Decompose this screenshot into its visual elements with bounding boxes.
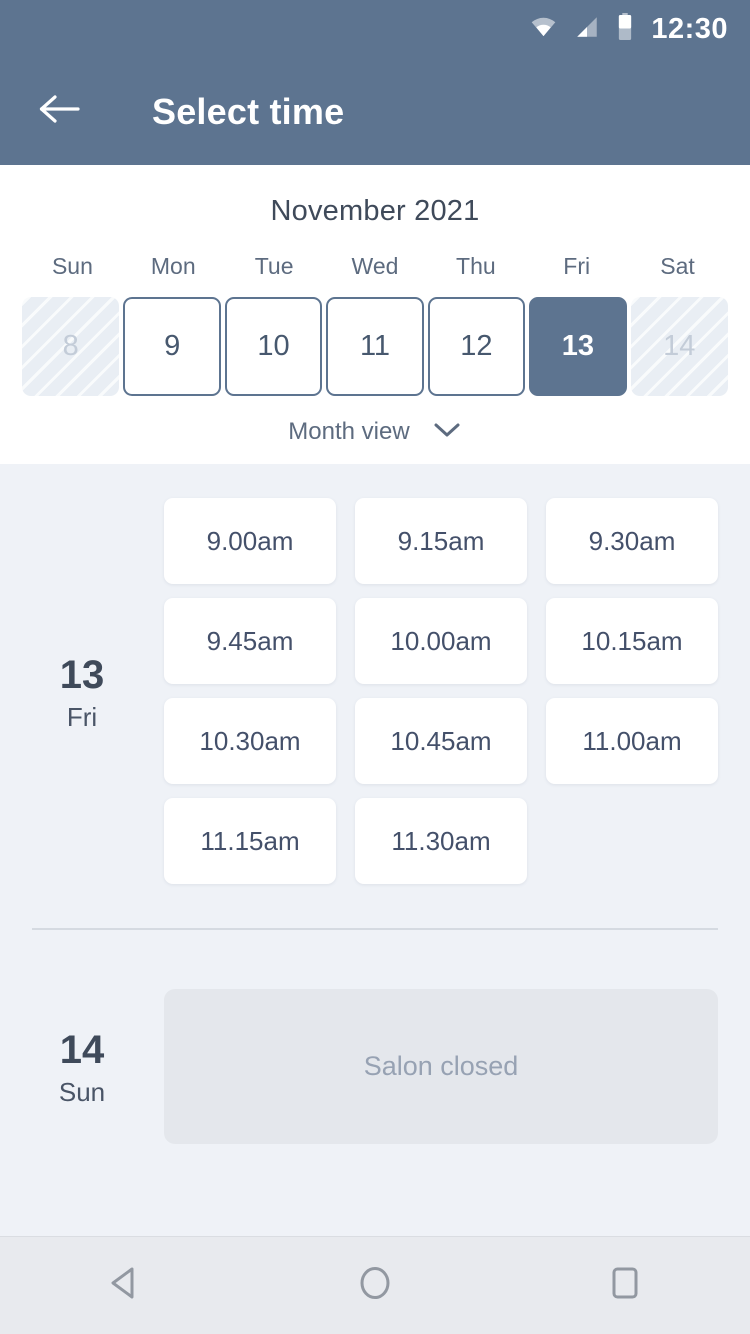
back-button[interactable] bbox=[34, 86, 86, 138]
schedule-list: 13 Fri 9.00am 9.15am 9.30am 9.45am 10.00… bbox=[0, 464, 750, 1236]
battery-icon bbox=[617, 13, 633, 45]
nav-home-button[interactable] bbox=[320, 1251, 430, 1321]
date-cell-label: 13 bbox=[561, 330, 594, 362]
date-cell-14: 14 bbox=[630, 297, 728, 396]
date-cell-label: 9 bbox=[164, 330, 181, 362]
app-root: 12:30 Select time November 2021 Sun Mon … bbox=[0, 0, 750, 1334]
day-label-14: 14 Sun bbox=[32, 989, 132, 1144]
weekday-label-thu: Thu bbox=[456, 253, 496, 279]
date-cell-10[interactable]: 10 bbox=[224, 297, 323, 396]
nav-back-triangle-icon bbox=[107, 1264, 143, 1307]
day-of-week: Sun bbox=[58, 1077, 106, 1107]
date-cell-13-selected[interactable]: 13 bbox=[529, 297, 627, 396]
day-block-13: 13 Fri 9.00am 9.15am 9.30am 9.45am 10.00… bbox=[0, 464, 750, 884]
time-slot[interactable]: 11.15am bbox=[164, 798, 336, 884]
time-slot[interactable]: 10.00am bbox=[355, 598, 527, 684]
date-cell-label: 8 bbox=[62, 330, 79, 362]
wifi-icon bbox=[530, 13, 557, 45]
day-number: 14 bbox=[59, 1028, 105, 1072]
time-slot[interactable]: 10.45am bbox=[355, 698, 527, 784]
chevron-down-icon bbox=[432, 421, 462, 444]
nav-back-button[interactable] bbox=[70, 1251, 180, 1321]
time-slot[interactable]: 11.30am bbox=[355, 798, 527, 884]
calendar-weekday-header: Sun Mon Tue Wed Thu Fri Sat bbox=[0, 253, 750, 280]
weekday-label-mon: Mon bbox=[150, 253, 196, 279]
calendar-panel: November 2021 Sun Mon Tue Wed Thu Fri Sa… bbox=[0, 165, 750, 464]
day-number: 13 bbox=[59, 652, 105, 697]
signal-icon bbox=[574, 14, 600, 45]
android-nav-bar bbox=[0, 1236, 750, 1334]
calendar-month-title: November 2021 bbox=[270, 195, 480, 227]
page-title: Select time bbox=[152, 90, 345, 132]
weekday-label-sun: Sun bbox=[51, 253, 93, 279]
time-slot[interactable]: 9.30am bbox=[546, 498, 718, 584]
month-view-toggle[interactable]: Month view bbox=[0, 418, 750, 446]
date-cell-label: 11 bbox=[359, 330, 391, 362]
salon-closed-card: Salon closed bbox=[164, 989, 718, 1144]
time-slot[interactable]: 10.15am bbox=[546, 598, 718, 684]
nav-home-circle-icon bbox=[356, 1264, 394, 1307]
date-cell-9[interactable]: 9 bbox=[123, 297, 221, 396]
date-cell-label: 12 bbox=[460, 330, 493, 362]
time-slot[interactable]: 9.15am bbox=[355, 498, 527, 584]
time-slot-grid: 9.00am 9.15am 9.30am 9.45am 10.00am 10.1… bbox=[132, 498, 718, 884]
weekday-label-tue: Tue bbox=[254, 253, 294, 279]
month-view-label: Month view bbox=[288, 418, 410, 445]
back-arrow-icon bbox=[38, 92, 82, 131]
weekday-label-sat: Sat bbox=[660, 253, 695, 279]
app-bar: Select time bbox=[0, 58, 750, 165]
date-cell-label: 10 bbox=[257, 330, 290, 362]
day-block-14: 14 Sun Salon closed bbox=[0, 930, 750, 1144]
weekday-label-fri: Fri bbox=[563, 253, 591, 279]
date-cell-8: 8 bbox=[22, 297, 120, 396]
day-of-week: Fri bbox=[66, 701, 98, 732]
date-cell-label: 14 bbox=[663, 330, 696, 362]
time-slot[interactable]: 9.00am bbox=[164, 498, 336, 584]
time-slot[interactable]: 9.45am bbox=[164, 598, 336, 684]
weekday-label-wed: Wed bbox=[351, 253, 399, 279]
calendar-date-row: 8 9 10 11 12 13 14 bbox=[0, 297, 750, 396]
date-cell-11[interactable]: 11 bbox=[326, 297, 424, 396]
status-icons bbox=[530, 13, 633, 45]
nav-recents-button[interactable] bbox=[570, 1251, 680, 1321]
status-bar-clock: 12:30 bbox=[651, 12, 728, 45]
time-slot[interactable]: 11.00am bbox=[546, 698, 718, 784]
date-cell-12[interactable]: 12 bbox=[427, 297, 526, 396]
day-label-13: 13 Fri bbox=[32, 498, 132, 884]
nav-recents-square-icon bbox=[608, 1264, 642, 1307]
time-slot[interactable]: 10.30am bbox=[164, 698, 336, 784]
status-bar: 12:30 bbox=[0, 0, 750, 58]
